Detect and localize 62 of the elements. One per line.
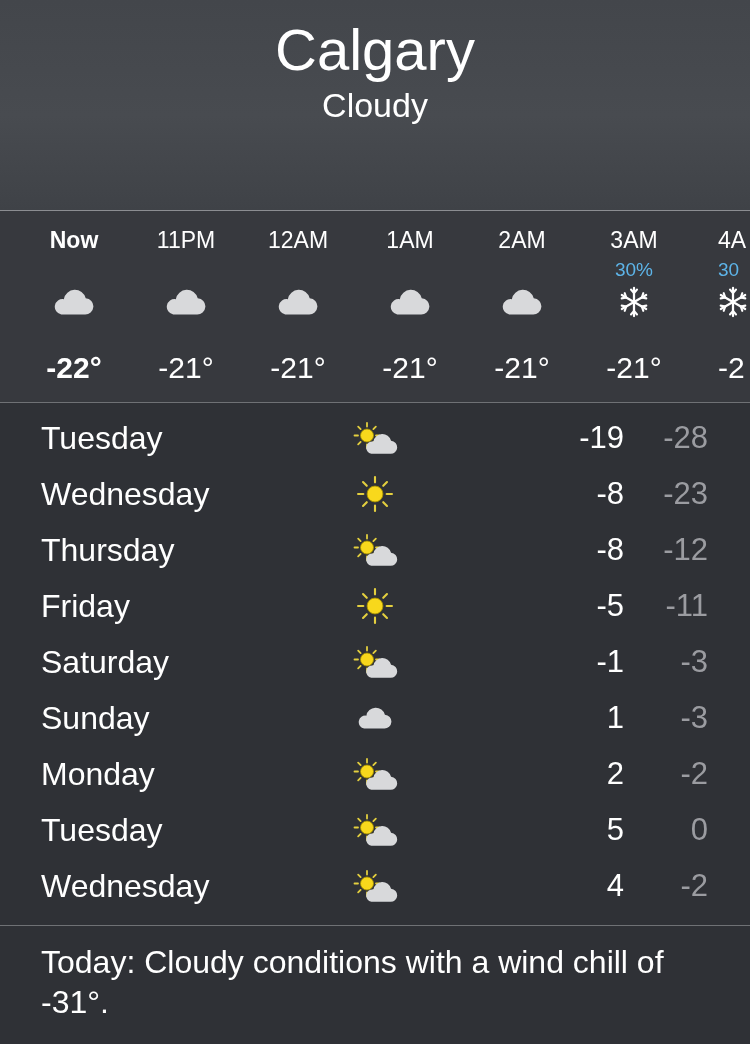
cloud-icon (502, 289, 542, 315)
cloud-icon (358, 707, 392, 729)
low-temperature: -3 (680, 699, 708, 737)
day-name: Friday (41, 587, 131, 625)
day-name: Tuesday (41, 811, 164, 849)
high-temperature: 5 (606, 811, 624, 849)
high-temperature: -8 (596, 475, 624, 513)
sun-icon (357, 588, 393, 624)
high-temperature: -1 (596, 643, 624, 681)
day-name: Tuesday (41, 419, 164, 457)
hour-label: 1AM (386, 226, 434, 255)
sun-behind-cloud-icon (352, 421, 398, 455)
hour-label: 2AM (498, 226, 546, 255)
precipitation-chance: 30 (718, 258, 740, 282)
high-temperature: 2 (606, 755, 624, 793)
sun-behind-cloud-icon (352, 533, 398, 567)
high-temperature: -8 (596, 531, 624, 569)
day-name: Thursday (41, 531, 176, 569)
day-name: Saturday (41, 643, 171, 681)
snowflake-icon (718, 286, 748, 318)
cloud-icon (54, 289, 94, 315)
cloud-icon (278, 289, 318, 315)
sun-behind-cloud-icon (352, 813, 398, 847)
sun-behind-cloud-icon (352, 645, 398, 679)
hour-label: Now (49, 226, 99, 255)
high-temperature: -5 (596, 587, 624, 625)
hour-label: 11PM (156, 226, 216, 255)
cloud-icon (390, 289, 430, 315)
sun-behind-cloud-icon (352, 869, 398, 903)
low-temperature: -28 (663, 419, 708, 457)
snowflake-icon (619, 286, 649, 318)
low-temperature: 0 (690, 811, 708, 849)
precipitation-chance: 30% (615, 258, 653, 282)
day-name: Sunday (41, 699, 151, 737)
high-temperature: -19 (579, 419, 624, 457)
hour-label: 12AM (267, 226, 329, 255)
low-temperature: -2 (680, 867, 708, 905)
low-temperature: -11 (665, 587, 708, 625)
hour-temperature: -21° (270, 350, 326, 386)
low-temperature: -2 (680, 755, 708, 793)
low-temperature: -12 (663, 531, 708, 569)
sun-icon (357, 476, 393, 512)
city-name: Calgary (275, 16, 475, 84)
hour-temperature: -21° (606, 350, 662, 386)
hour-temperature: -21° (158, 350, 214, 386)
cloud-icon (166, 289, 206, 315)
sun-behind-cloud-icon (352, 757, 398, 791)
day-name: Wednesday (41, 475, 211, 513)
high-temperature: 4 (606, 867, 624, 905)
hour-label: 3AM (610, 226, 658, 255)
weather-condition: Cloudy (322, 85, 428, 125)
low-temperature: -23 (663, 475, 708, 513)
hour-temperature: -21° (382, 350, 438, 386)
high-temperature: 1 (606, 699, 624, 737)
hour-label: 4A (718, 226, 747, 255)
day-name: Wednesday (41, 867, 211, 905)
hour-temperature: -22° (46, 350, 102, 386)
day-name: Monday (41, 755, 156, 793)
hour-temperature: -2 (718, 350, 745, 386)
weather-summary: Today: Cloudy conditions with a wind chill of -31°. (41, 943, 665, 1022)
hour-temperature: -21° (494, 350, 550, 386)
low-temperature: -3 (680, 643, 708, 681)
